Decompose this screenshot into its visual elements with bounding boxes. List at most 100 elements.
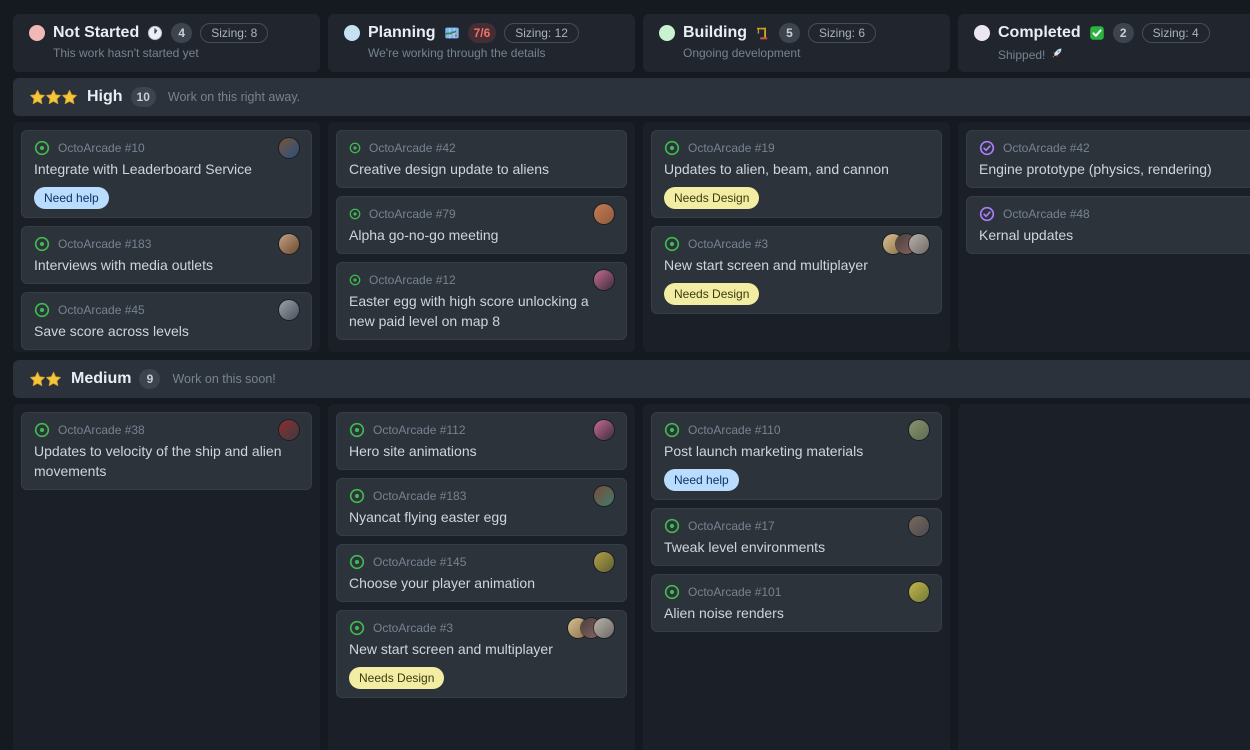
rocket-icon: [1050, 46, 1064, 60]
swimlane-count-badge: 9: [139, 369, 160, 389]
open-issue-icon: [349, 488, 365, 504]
card-label: Need help: [664, 469, 739, 491]
card-header-row: OctoArcade #19: [664, 139, 929, 157]
avatar-stack: [568, 618, 614, 638]
avatar: [909, 516, 929, 536]
card-title[interactable]: Alien noise renders: [664, 603, 929, 623]
card-title[interactable]: Creative design update to aliens: [349, 159, 614, 179]
column-description: We're working through the details: [368, 46, 619, 60]
open-issue-icon: [34, 302, 50, 318]
column-description: This work hasn't started yet: [53, 46, 304, 60]
issue-card[interactable]: OctoArcade #110 Post launch marketing ma…: [651, 412, 942, 500]
avatar-stack: [909, 582, 929, 602]
issue-card[interactable]: OctoArcade #12 Easter egg with high scor…: [336, 262, 627, 340]
card-repo-number: OctoArcade #19: [688, 141, 921, 155]
issue-card[interactable]: OctoArcade #183 Nyancat flying easter eg…: [336, 478, 627, 536]
column-status-dot: [659, 25, 675, 41]
card-repo-number: OctoArcade #10: [58, 141, 271, 155]
open-issue-icon: [34, 302, 50, 318]
card-title[interactable]: Save score across levels: [34, 321, 299, 341]
card-title[interactable]: New start screen and multiplayer: [664, 255, 929, 275]
card-labels-row: Need help: [664, 469, 929, 491]
card-title[interactable]: Updates to velocity of the ship and alie…: [34, 441, 299, 481]
card-repo-number: OctoArcade #12: [369, 273, 586, 287]
column-title: Not Started: [53, 24, 139, 42]
swimlane-title: Medium: [71, 370, 131, 388]
card-repo-number: OctoArcade #3: [373, 621, 560, 635]
card-labels-row: Needs Design: [664, 283, 929, 305]
card-title[interactable]: Tweak level environments: [664, 537, 929, 557]
avatar-stack: [594, 204, 614, 224]
avatar: [279, 300, 299, 320]
project-board: Not Started 4 Sizing: 8 This work hasn't…: [0, 0, 1250, 750]
column-header: Not Started 4 Sizing: 8 This work hasn't…: [13, 14, 320, 72]
issue-card[interactable]: OctoArcade #101 Alien noise renders: [651, 574, 942, 632]
card-title[interactable]: Hero site animations: [349, 441, 614, 461]
card-title[interactable]: Kernal updates: [979, 225, 1244, 245]
card-title[interactable]: Nyancat flying easter egg: [349, 507, 614, 527]
card-title[interactable]: Integrate with Leaderboard Service: [34, 159, 299, 179]
avatar: [909, 420, 929, 440]
column-header-top: Building 5 Sizing: 6: [659, 23, 934, 43]
column-card-list: OctoArcade #110 Post launch marketing ma…: [643, 404, 950, 750]
open-issue-icon: [664, 518, 680, 534]
issue-card[interactable]: OctoArcade #79 Alpha go-no-go meeting: [336, 196, 627, 254]
card-title[interactable]: Post launch marketing materials: [664, 441, 929, 461]
open-issue-icon: [349, 208, 361, 220]
avatar-stack: [279, 138, 299, 158]
issue-card[interactable]: OctoArcade #48 Kernal updates: [966, 196, 1250, 254]
priority-stars-icon: [29, 371, 61, 388]
card-title[interactable]: Updates to alien, beam, and cannon: [664, 159, 929, 179]
card-title[interactable]: New start screen and multiplayer: [349, 639, 614, 659]
card-header-row: OctoArcade #10: [34, 139, 299, 157]
column-emoji-icon: [1089, 25, 1105, 41]
open-issue-icon: [664, 140, 680, 156]
card-header-row: OctoArcade #79: [349, 205, 614, 223]
issue-card[interactable]: OctoArcade #10 Integrate with Leaderboar…: [21, 130, 312, 218]
issue-card[interactable]: OctoArcade #45 Save score across levels: [21, 292, 312, 350]
card-repo-number: OctoArcade #3: [688, 237, 875, 251]
column-description-text: Ongoing development: [683, 46, 800, 60]
issue-card[interactable]: OctoArcade #3 New start screen and multi…: [336, 610, 627, 698]
column-headers-row: Not Started 4 Sizing: 8 This work hasn't…: [13, 14, 1250, 72]
column-description: Ongoing development: [683, 46, 934, 60]
card-labels-row: Need help: [34, 187, 299, 209]
issue-card[interactable]: OctoArcade #145 Choose your player anima…: [336, 544, 627, 602]
swimlane-section: OctoArcade #38 Updates to velocity of th…: [13, 404, 1250, 750]
column-card-list: OctoArcade #38 Updates to velocity of th…: [13, 404, 320, 750]
column-description-icon: [1050, 46, 1064, 63]
avatar: [909, 234, 929, 254]
swimlane-note: Work on this soon!: [172, 372, 275, 386]
card-title[interactable]: Easter egg with high score unlocking a n…: [349, 291, 614, 331]
swimlane-count-badge: 10: [131, 87, 156, 107]
card-title[interactable]: Engine prototype (physics, rendering): [979, 159, 1244, 179]
open-issue-icon: [664, 518, 680, 534]
issue-card[interactable]: OctoArcade #42 Creative design update to…: [336, 130, 627, 188]
card-repo-number: OctoArcade #45: [58, 303, 271, 317]
issue-card[interactable]: OctoArcade #3 New start screen and multi…: [651, 226, 942, 314]
avatar: [594, 552, 614, 572]
swimlane-section: OctoArcade #10 Integrate with Leaderboar…: [13, 122, 1250, 352]
issue-card[interactable]: OctoArcade #42 Engine prototype (physics…: [966, 130, 1250, 188]
issue-card[interactable]: OctoArcade #19 Updates to alien, beam, a…: [651, 130, 942, 218]
card-title[interactable]: Alpha go-no-go meeting: [349, 225, 614, 245]
board-grid: Not Started 4 Sizing: 8 This work hasn't…: [0, 0, 1250, 750]
column-card-list: OctoArcade #42 Engine prototype (physics…: [958, 122, 1250, 352]
issue-card[interactable]: OctoArcade #17 Tweak level environments: [651, 508, 942, 566]
column-status-dot: [344, 25, 360, 41]
open-issue-icon: [349, 142, 361, 154]
avatar-stack: [594, 552, 614, 572]
card-title[interactable]: Interviews with media outlets: [34, 255, 299, 275]
column-title: Planning: [368, 24, 436, 42]
open-issue-icon: [349, 274, 361, 286]
card-repo-number: OctoArcade #42: [1003, 141, 1236, 155]
issue-card[interactable]: OctoArcade #38 Updates to velocity of th…: [21, 412, 312, 490]
column-status-dot: [29, 25, 45, 41]
open-issue-icon: [349, 422, 365, 438]
open-issue-icon: [664, 422, 680, 438]
open-issue-icon: [349, 488, 365, 504]
issue-card[interactable]: OctoArcade #112 Hero site animations: [336, 412, 627, 470]
check-mark-icon: [1089, 25, 1105, 41]
issue-card[interactable]: OctoArcade #183 Interviews with media ou…: [21, 226, 312, 284]
card-title[interactable]: Choose your player animation: [349, 573, 614, 593]
